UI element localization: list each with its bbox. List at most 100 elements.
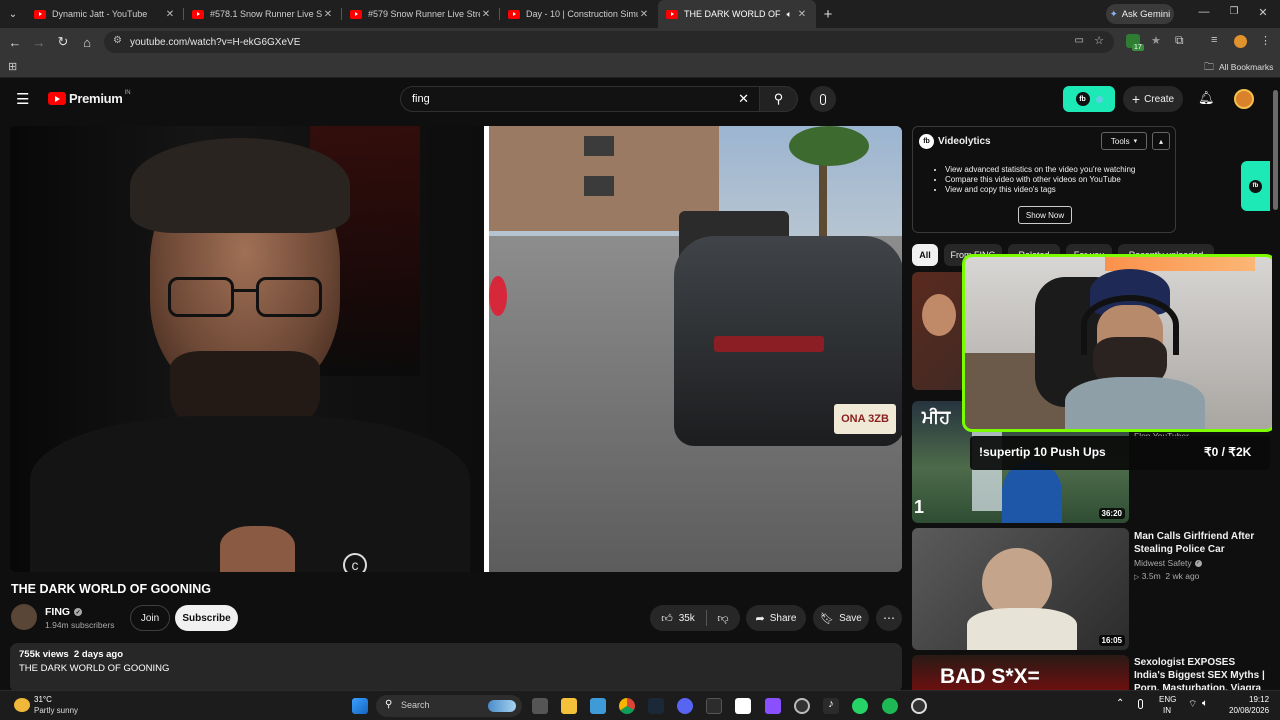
- taskbar-search-box[interactable]: ⚲ Search: [376, 695, 522, 717]
- whatsapp-icon[interactable]: [852, 698, 868, 714]
- collapse-panel-button[interactable]: ▴: [1152, 132, 1170, 150]
- alert-command: !supertip 10 Push Ups: [979, 445, 1106, 459]
- browser-menu-icon[interactable]: ⋮: [1260, 34, 1271, 47]
- language-top[interactable]: ENG: [1159, 695, 1176, 704]
- chip-all[interactable]: All: [912, 244, 938, 266]
- close-window-button[interactable]: ✕: [1256, 6, 1270, 19]
- subscribe-button[interactable]: Subscribe: [175, 605, 238, 631]
- tray-microphone-icon[interactable]: [1138, 699, 1143, 709]
- browser-tab[interactable]: #579 Snow Runner Live Stream ✕: [342, 0, 500, 28]
- task-view-icon[interactable]: [532, 698, 548, 714]
- discord-icon[interactable]: [677, 698, 693, 714]
- notifications-bell-icon[interactable]: 🔔︎: [1198, 90, 1215, 106]
- recommendation-item[interactable]: 16:05 Man Calls Girlfriend After Stealin…: [912, 528, 1272, 650]
- description-box[interactable]: 755k views 2 days ago THE DARK WORLD OF …: [10, 643, 902, 693]
- back-arrow-icon[interactable]: ←: [3, 30, 27, 54]
- forward-arrow-icon[interactable]: →: [27, 30, 51, 54]
- bookmark-star-icon[interactable]: ☆: [1094, 34, 1104, 47]
- channel-name[interactable]: FING ✓: [45, 606, 83, 618]
- wifi-icon[interactable]: ⌔: [1188, 698, 1197, 711]
- tray-overflow-icon[interactable]: ⌃: [1116, 698, 1124, 709]
- browser-tab-active[interactable]: THE DARK WORLD OF GOO 🔈︎ ✕: [658, 0, 816, 28]
- close-tab-icon[interactable]: ✕: [638, 9, 650, 20]
- windows-start-icon[interactable]: [352, 698, 368, 714]
- youtube-logo-icon: [48, 92, 66, 105]
- youtube-premium-logo[interactable]: Premium IN: [48, 90, 131, 106]
- site-info-icon[interactable]: ⚙: [113, 35, 122, 46]
- video-title: THE DARK WORLD OF GOONING: [11, 582, 211, 596]
- app-grid-icon[interactable]: [765, 698, 781, 714]
- create-button[interactable]: + Create: [1123, 86, 1183, 112]
- all-bookmarks-link[interactable]: All Bookmarks: [1219, 62, 1273, 72]
- browser-tab[interactable]: Dynamic Jatt - YouTube ✕: [26, 0, 184, 28]
- address-bar[interactable]: ⚙ youtube.com/watch?v=H-ekG6GXeVE ▭ ☆: [104, 31, 1114, 53]
- car-clip-video-region: ONA 3ZB: [489, 126, 902, 572]
- install-app-icon[interactable]: ▭: [1075, 35, 1084, 46]
- videolytics-side-tab[interactable]: fb: [1241, 161, 1270, 211]
- join-button[interactable]: Join: [130, 605, 170, 631]
- steam-icon[interactable]: [648, 698, 664, 714]
- app-icon[interactable]: [911, 698, 927, 714]
- more-actions-button[interactable]: ⋯: [876, 605, 902, 631]
- recommendation-item[interactable]: BAD S*X= Sexologist EXPOSES India's Bigg…: [912, 655, 1272, 690]
- music-icon[interactable]: ♪: [823, 698, 839, 714]
- scrollbar-thumb[interactable]: [1273, 90, 1278, 210]
- voice-search-button[interactable]: [810, 86, 836, 112]
- license-plate: ONA 3ZB: [834, 404, 896, 434]
- close-tab-icon[interactable]: ✕: [164, 9, 176, 20]
- account-avatar[interactable]: [1234, 89, 1254, 109]
- videolytics-extension-button[interactable]: fb: [1063, 86, 1115, 112]
- spotify-icon[interactable]: [882, 698, 898, 714]
- close-tab-icon[interactable]: ✕: [322, 9, 334, 20]
- minimize-window-button[interactable]: —: [1196, 6, 1212, 18]
- browser-tab[interactable]: Day - 10 | Construction Simulat ✕: [500, 0, 658, 28]
- restore-window-button[interactable]: ❐: [1227, 6, 1241, 17]
- volume-icon[interactable]: 🔈︎: [1202, 698, 1208, 709]
- clear-search-icon[interactable]: ✕: [738, 91, 749, 107]
- reading-list-icon[interactable]: ≡: [1211, 34, 1217, 46]
- capcut-icon[interactable]: [735, 698, 751, 714]
- clock-date[interactable]: 20/08/2026: [1229, 706, 1269, 715]
- subscriber-count: 1.94m subscribers: [45, 620, 115, 630]
- browser-tab[interactable]: #578.1 Snow Runner Live Stream ✕: [184, 0, 342, 28]
- ask-gemini-button[interactable]: ✦ Ask Gemini: [1106, 4, 1174, 24]
- obs-icon[interactable]: [794, 698, 810, 714]
- show-now-button[interactable]: Show Now: [1018, 206, 1072, 224]
- status-dot-icon: [1095, 95, 1103, 103]
- clock-time[interactable]: 19:12: [1249, 695, 1269, 704]
- extension-star-icon[interactable]: ★: [1151, 34, 1161, 47]
- terminal-icon[interactable]: [706, 698, 722, 714]
- new-tab-button[interactable]: +: [816, 6, 840, 23]
- hamburger-menu-icon[interactable]: ☰: [16, 90, 29, 108]
- extensions-puzzle-icon[interactable]: ⧉: [1175, 33, 1184, 48]
- like-button[interactable]: 👍︎ 35k: [652, 605, 704, 631]
- video-player[interactable]: c ONA 3ZB: [10, 126, 902, 572]
- tools-dropdown[interactable]: Tools ▾: [1101, 132, 1147, 150]
- youtube-favicon-icon: [34, 9, 46, 19]
- copyright-watermark-icon: c: [343, 553, 367, 572]
- rank-number: 1: [914, 497, 925, 517]
- search-button[interactable]: ⚲: [760, 86, 798, 112]
- weather-icon[interactable]: [14, 698, 30, 712]
- tab-search-icon[interactable]: ⌄: [0, 2, 26, 26]
- language-bottom[interactable]: IN: [1163, 706, 1171, 715]
- notepad-icon[interactable]: [590, 698, 606, 714]
- reload-icon[interactable]: ↻: [51, 30, 75, 54]
- channel-avatar[interactable]: [11, 604, 37, 630]
- home-icon[interactable]: ⌂: [75, 30, 99, 54]
- browser-toolbar: ← → ↻ ⌂ ⚙ youtube.com/watch?v=H-ekG6GXeV…: [0, 28, 1280, 56]
- page-scrollbar[interactable]: [1272, 80, 1280, 690]
- search-input[interactable]: fing ✕: [400, 86, 760, 112]
- profile-avatar[interactable]: [1234, 35, 1247, 48]
- chrome-icon[interactable]: [619, 698, 635, 714]
- dislike-button[interactable]: 👎︎: [708, 605, 738, 631]
- apps-grid-icon[interactable]: ⊞: [8, 60, 17, 73]
- speaker-icon[interactable]: 🔈︎: [787, 9, 792, 20]
- file-explorer-icon[interactable]: [561, 698, 577, 714]
- description-text: THE DARK WORLD OF GOONING: [19, 663, 170, 674]
- share-button[interactable]: ➦ Share: [746, 605, 806, 631]
- close-tab-icon[interactable]: ✕: [796, 9, 808, 20]
- save-button[interactable]: 🔖︎ Save: [813, 605, 869, 631]
- close-tab-icon[interactable]: ✕: [480, 9, 492, 20]
- chevron-up-icon: ▴: [1158, 136, 1163, 146]
